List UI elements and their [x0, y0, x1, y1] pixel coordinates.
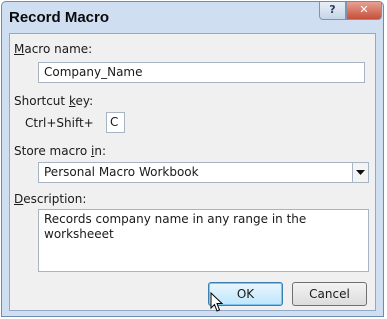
cancel-button[interactable]: Cancel	[292, 282, 367, 306]
dialog-title: Record Macro	[9, 9, 110, 26]
close-button[interactable]: ✕	[346, 2, 382, 20]
shortcut-key-input[interactable]: C	[106, 112, 125, 133]
macro-name-label: Macro name:	[14, 42, 93, 56]
shortcut-prefix-label: Ctrl+Shift+	[25, 116, 94, 130]
help-button[interactable]: ?	[319, 2, 346, 20]
description-label: Description:	[14, 192, 87, 206]
store-macro-label: Store macro in:	[14, 144, 106, 158]
mouse-pointer-icon	[210, 292, 224, 312]
title-bar[interactable]: Record Macro ? ✕	[2, 2, 383, 34]
record-macro-dialog: Record Macro ? ✕ Macro name: Company_Nam…	[1, 1, 384, 317]
macro-name-input[interactable]: Company_Name	[38, 62, 365, 83]
store-macro-select[interactable]: Personal Macro Workbook	[38, 162, 369, 183]
dropdown-arrow-icon[interactable]	[352, 163, 368, 182]
dialog-body: Macro name: Company_Name Shortcut key: C…	[9, 33, 376, 311]
description-textarea[interactable]: Records company name in any range in the…	[38, 209, 369, 272]
store-macro-selected-value: Personal Macro Workbook	[44, 165, 199, 179]
shortcut-key-label: Shortcut key:	[14, 94, 94, 108]
